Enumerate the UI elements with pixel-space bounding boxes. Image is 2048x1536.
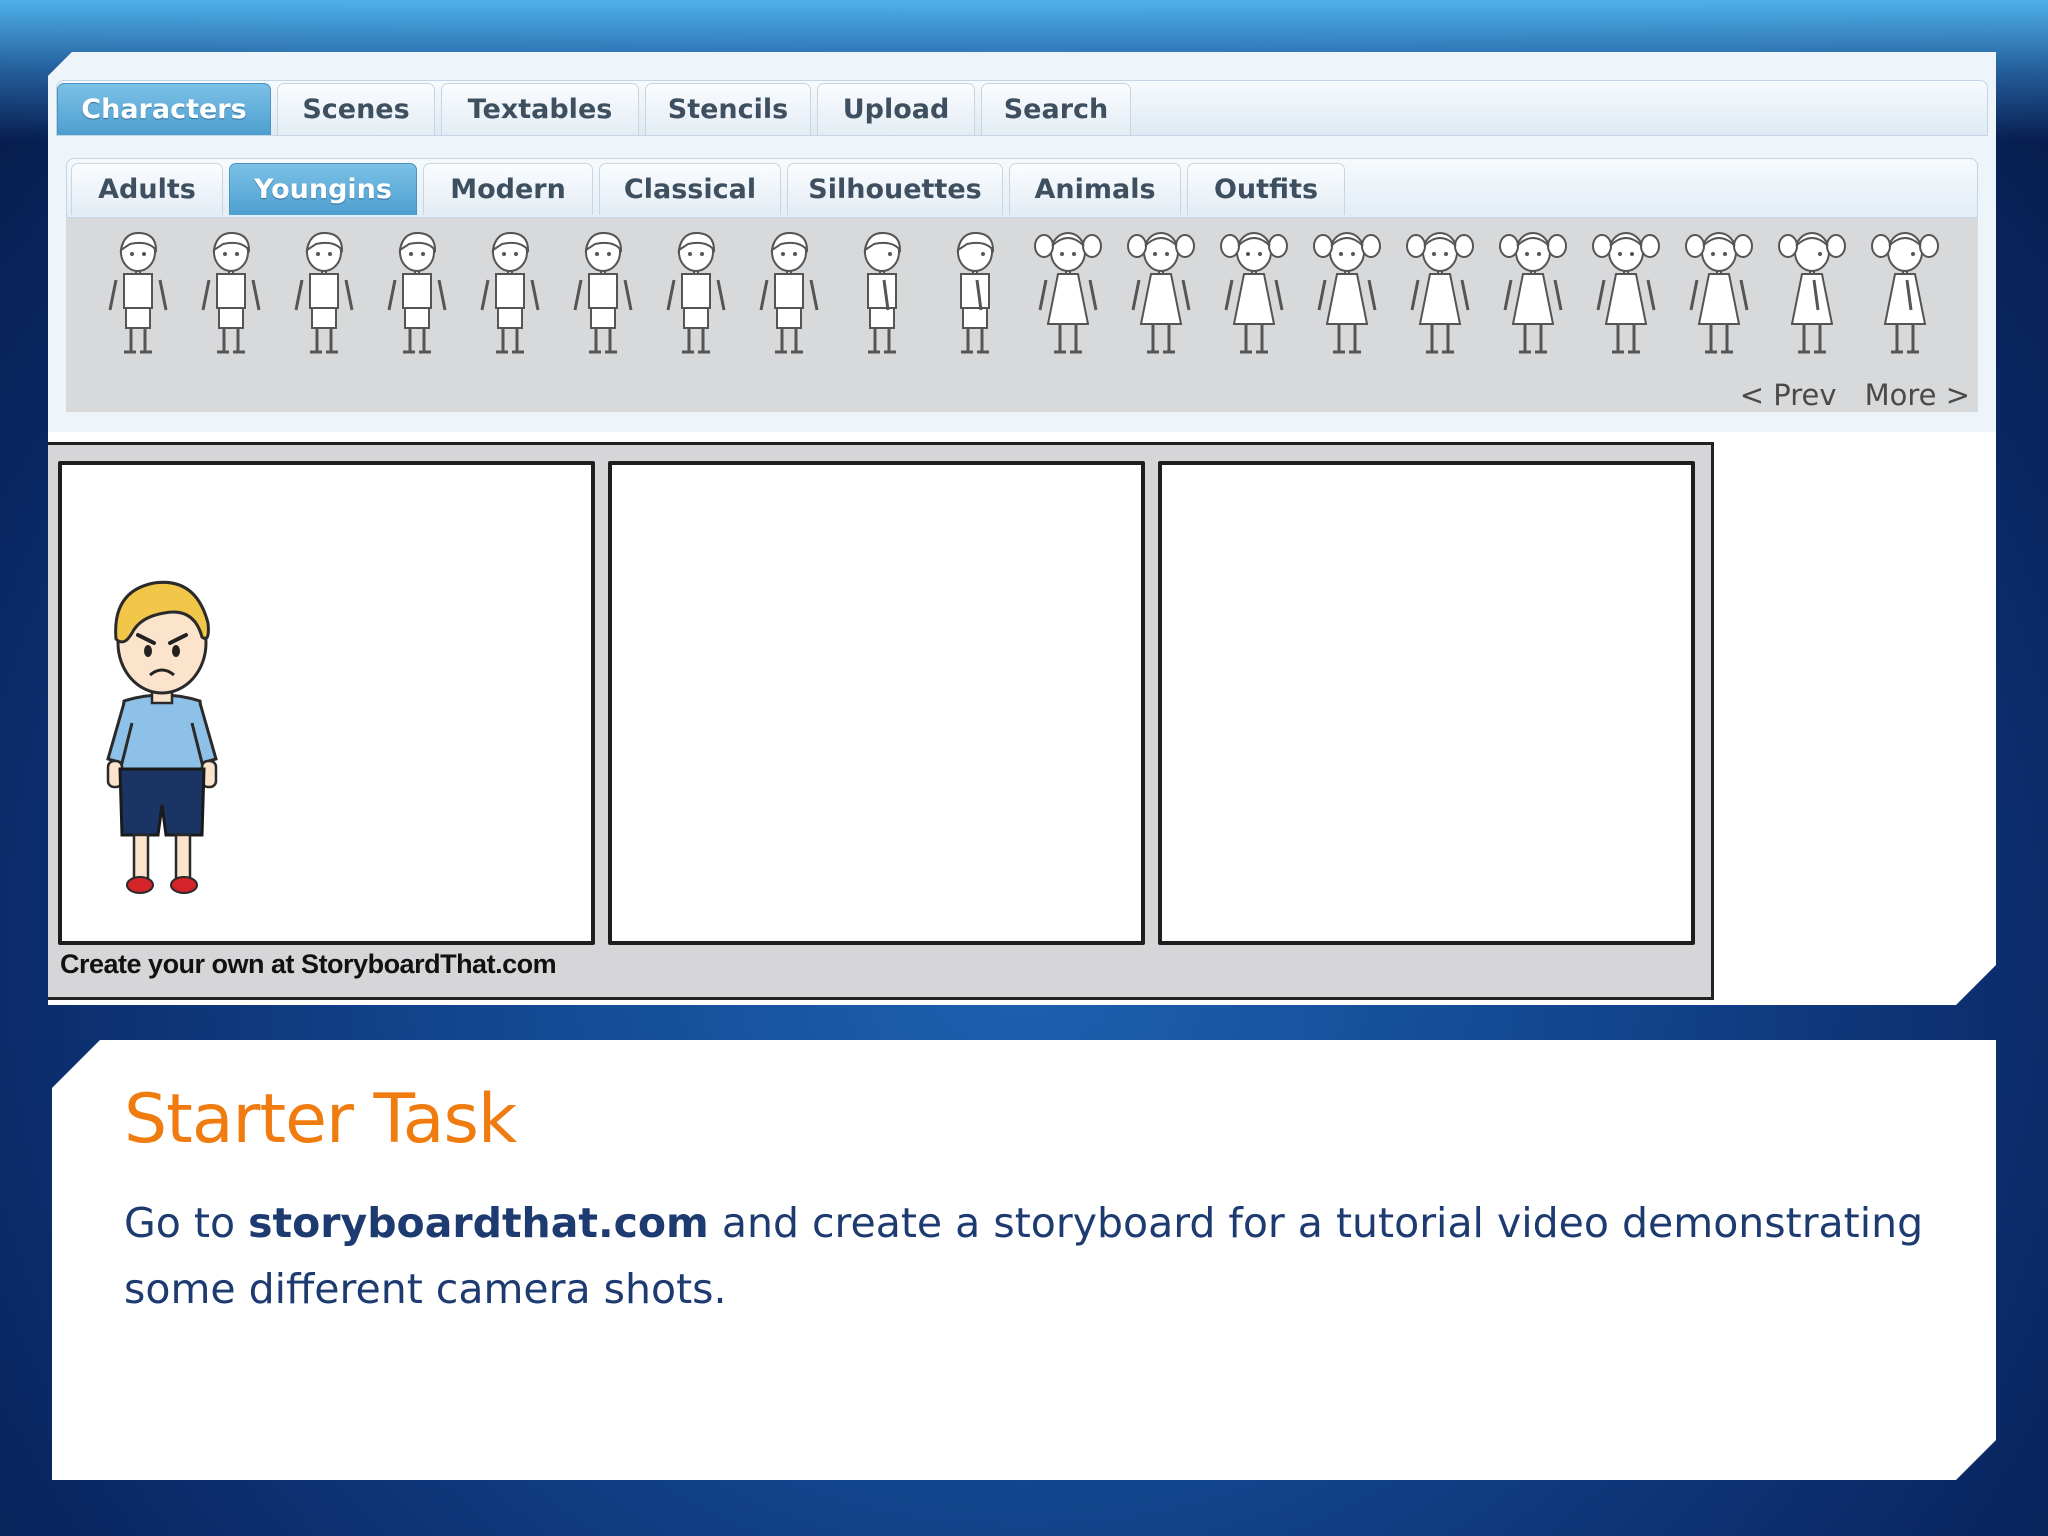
category-tab-bar: Adults Youngins Modern Classical Silhoue… bbox=[66, 158, 1978, 218]
character-thumbnails bbox=[100, 228, 1943, 360]
task-text-before: Go to bbox=[124, 1199, 249, 1247]
character-thumbnail[interactable] bbox=[1495, 228, 1571, 360]
storyboard-editor-screenshot: Characters Scenes Textables Stencils Upl… bbox=[48, 52, 1996, 1005]
character-thumbnail[interactable] bbox=[1309, 228, 1385, 360]
tab-silhouettes[interactable]: Silhouettes bbox=[787, 163, 1003, 215]
character-thumbnail[interactable] bbox=[751, 228, 827, 360]
tab-animals[interactable]: Animals bbox=[1009, 163, 1181, 215]
starter-task-card: Starter Task Go to storyboardthat.com an… bbox=[52, 1040, 1996, 1480]
character-thumbnail[interactable] bbox=[1030, 228, 1106, 360]
tab-search[interactable]: Search bbox=[981, 83, 1131, 135]
task-title: Starter Task bbox=[124, 1080, 517, 1159]
tab-adults[interactable]: Adults bbox=[71, 163, 223, 215]
character-thumbnail[interactable] bbox=[379, 228, 455, 360]
task-instructions: Go to storyboardthat.com and create a st… bbox=[124, 1190, 1924, 1322]
character-thumbnail[interactable] bbox=[1588, 228, 1664, 360]
palette-pager: < Prev More > bbox=[1740, 378, 1970, 412]
main-tab-bar: Characters Scenes Textables Stencils Upl… bbox=[56, 80, 1988, 136]
character-thumbnail[interactable] bbox=[193, 228, 269, 360]
character-thumbnail[interactable] bbox=[100, 228, 176, 360]
character-thumbnail[interactable] bbox=[565, 228, 641, 360]
tab-stencils[interactable]: Stencils bbox=[645, 83, 811, 135]
more-button[interactable]: More > bbox=[1865, 378, 1970, 412]
character-thumbnail[interactable] bbox=[1867, 228, 1943, 360]
tab-classical[interactable]: Classical bbox=[599, 163, 781, 215]
task-link: storyboardthat.com bbox=[248, 1199, 709, 1247]
storyboard-cell-3[interactable] bbox=[1158, 461, 1695, 945]
character-palette: < Prev More > bbox=[66, 218, 1978, 412]
tab-youngins[interactable]: Youngins bbox=[229, 163, 417, 215]
tab-characters[interactable]: Characters bbox=[57, 83, 271, 135]
boy-character[interactable] bbox=[102, 573, 222, 903]
storyboard-credit: Create your own at StoryboardThat.com bbox=[60, 949, 557, 979]
tab-textables[interactable]: Textables bbox=[441, 83, 639, 135]
prev-button[interactable]: < Prev bbox=[1740, 378, 1837, 412]
character-thumbnail[interactable] bbox=[1774, 228, 1850, 360]
editor-toolbar: Characters Scenes Textables Stencils Upl… bbox=[48, 52, 1996, 432]
tab-upload[interactable]: Upload bbox=[817, 83, 975, 135]
character-thumbnail[interactable] bbox=[286, 228, 362, 360]
character-thumbnail[interactable] bbox=[937, 228, 1013, 360]
character-thumbnail[interactable] bbox=[1402, 228, 1478, 360]
tab-scenes[interactable]: Scenes bbox=[277, 83, 435, 135]
character-thumbnail[interactable] bbox=[472, 228, 548, 360]
character-thumbnail[interactable] bbox=[844, 228, 920, 360]
storyboard-cell-2[interactable] bbox=[608, 461, 1145, 945]
character-thumbnail[interactable] bbox=[1216, 228, 1292, 360]
tab-outfits[interactable]: Outfits bbox=[1187, 163, 1345, 215]
character-thumbnail[interactable] bbox=[658, 228, 734, 360]
storyboard-cell-1[interactable] bbox=[58, 461, 595, 945]
character-thumbnail[interactable] bbox=[1681, 228, 1757, 360]
storyboard: Create your own at StoryboardThat.com bbox=[48, 442, 1714, 1000]
character-thumbnail[interactable] bbox=[1123, 228, 1199, 360]
tab-modern[interactable]: Modern bbox=[423, 163, 593, 215]
